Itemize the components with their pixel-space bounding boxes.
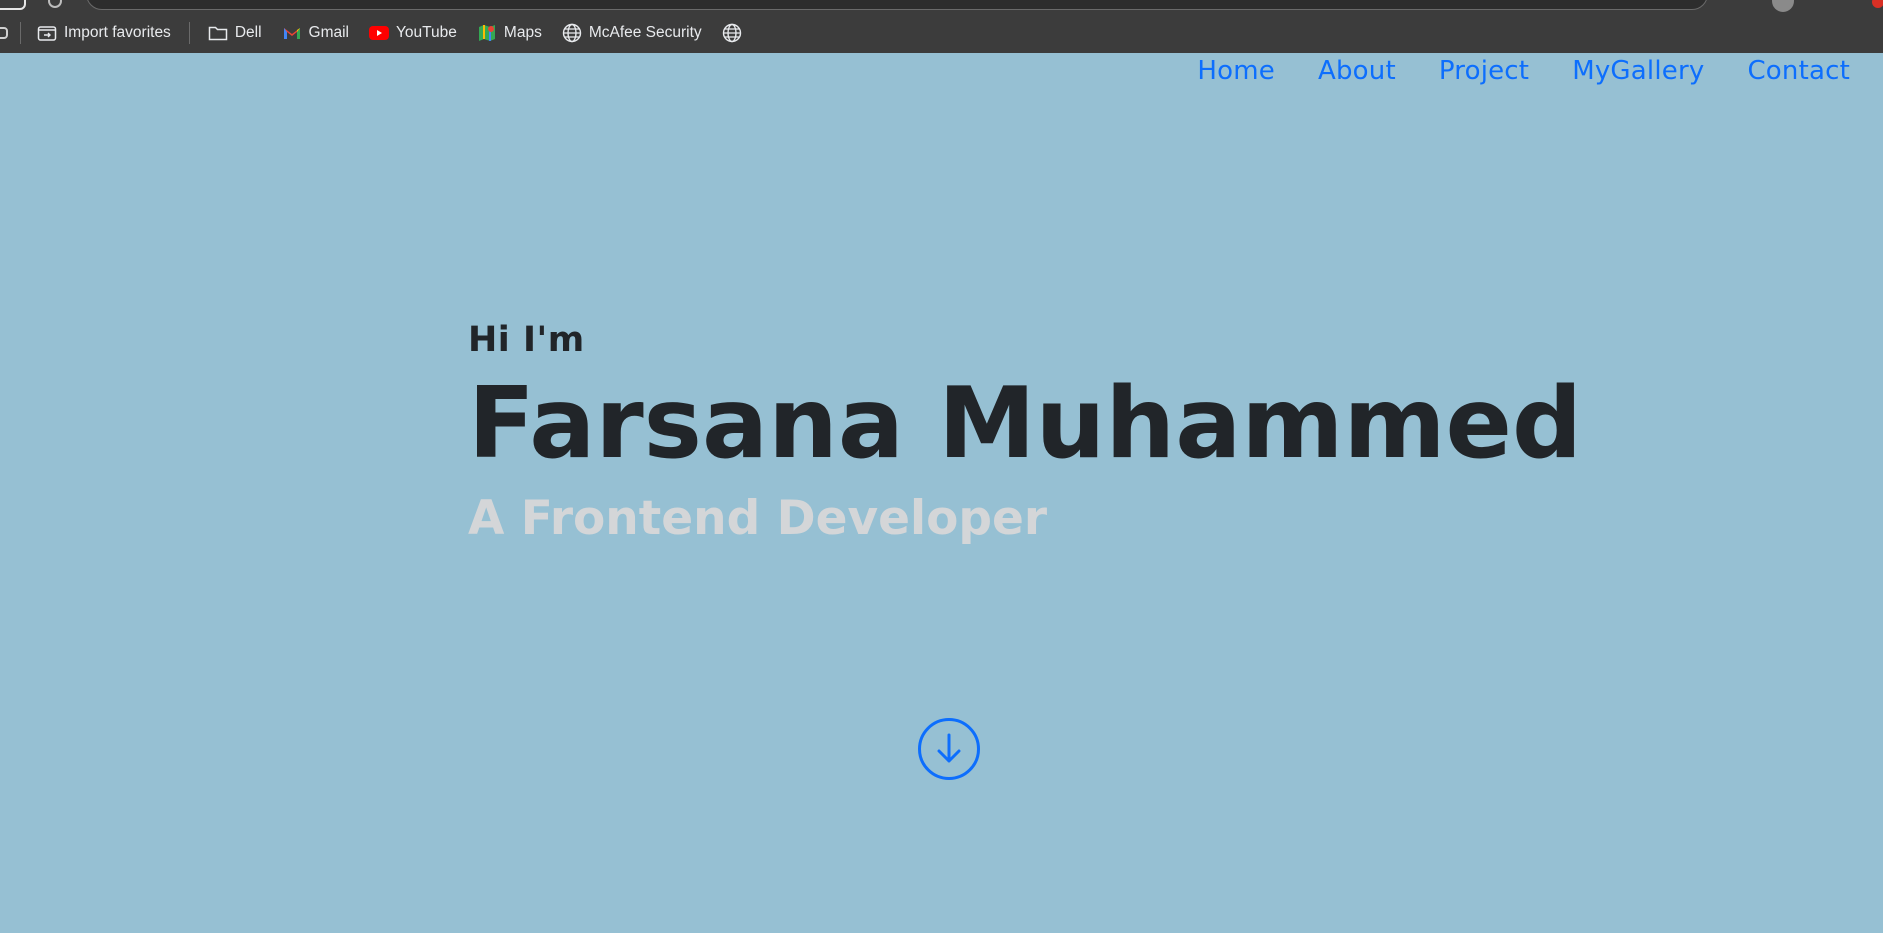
nav-contact-link[interactable]: Contact [1747, 56, 1850, 86]
globe-icon [722, 23, 742, 43]
tab-edge[interactable] [0, 0, 26, 10]
bookmark-label: Maps [503, 24, 542, 41]
browser-address-strip [0, 0, 1883, 13]
bookmarks-bar: Import favorites Dell Gmail YouTube Maps… [0, 13, 1883, 53]
notification-dot-icon[interactable] [1872, 0, 1883, 8]
bookmark-youtube[interactable]: YouTube [359, 13, 467, 53]
bookmark-label: Gmail [308, 24, 349, 41]
address-bar[interactable] [86, 0, 1708, 10]
gmail-icon [282, 23, 302, 43]
hero-role: A Frontend Developer [468, 490, 1048, 546]
divider [20, 22, 21, 44]
arrow-down-circle-icon [937, 733, 961, 763]
bookmark-label: Import favorites [64, 24, 171, 41]
bookmark-label: Dell [234, 24, 262, 41]
bookmark-untitled[interactable] [712, 13, 759, 53]
bookmark-label: McAfee Security [588, 24, 702, 41]
bookmark-dell[interactable]: Dell [198, 13, 272, 53]
youtube-icon [369, 23, 389, 43]
sidebar-toggle-icon[interactable] [0, 27, 8, 39]
bookmark-maps[interactable]: Maps [467, 13, 552, 53]
bookmark-import-favorites[interactable]: Import favorites [27, 13, 181, 53]
site-nav: Home About Project MyGallery Contact [1154, 53, 1850, 89]
hero-name: Farsana Muhammed [468, 367, 1583, 481]
profile-avatar[interactable] [1772, 0, 1794, 12]
bookmark-gmail[interactable]: Gmail [272, 13, 359, 53]
divider [188, 22, 190, 44]
hero-greeting: Hi I'm [468, 320, 585, 360]
bookmark-mcafee-security[interactable]: McAfee Security [552, 13, 712, 53]
import-icon [37, 23, 57, 43]
folder-icon [208, 23, 228, 43]
reload-icon[interactable] [48, 0, 62, 8]
globe-icon [562, 23, 582, 43]
nav-about-link[interactable]: About [1318, 56, 1396, 86]
bookmark-label: YouTube [396, 24, 457, 41]
hero-section: Hi I'm Farsana Muhammed A Frontend Devel… [468, 320, 1582, 546]
nav-mygallery-link[interactable]: MyGallery [1572, 56, 1704, 86]
nav-home-link[interactable]: Home [1197, 56, 1275, 86]
nav-project-link[interactable]: Project [1439, 56, 1529, 86]
scroll-down-button[interactable] [918, 718, 980, 780]
maps-icon [477, 23, 497, 43]
